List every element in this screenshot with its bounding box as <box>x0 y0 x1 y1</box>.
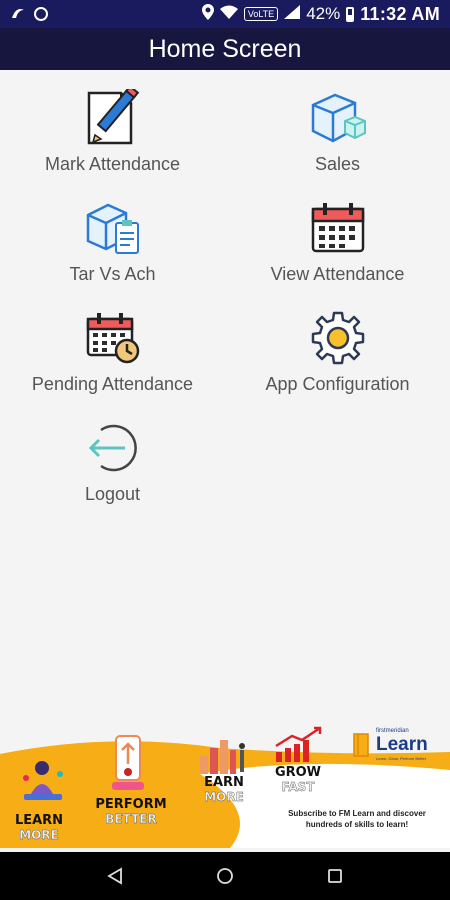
back-icon[interactable] <box>103 864 127 888</box>
tar-vs-ach-button[interactable]: Tar Vs Ach <box>0 198 225 285</box>
clock: 11:32 AM <box>360 3 440 24</box>
menu-label: Logout <box>84 484 141 504</box>
status-bar: VoLTE 42% 11:32 AM <box>0 0 450 28</box>
logo-tagline: Learn, Grow, Perform Better <box>376 756 427 761</box>
calendar-icon <box>308 198 368 258</box>
wifi-icon <box>219 4 238 24</box>
menu-label: App Configuration <box>265 374 410 394</box>
home-icon[interactable] <box>213 864 237 888</box>
menu-label: View Attendance <box>270 264 405 284</box>
signal-icon <box>284 4 301 24</box>
pending-attendance-button[interactable]: Pending Attendance <box>0 308 225 395</box>
banner-item: EARN MORE <box>204 775 244 805</box>
menu-label: Tar Vs Ach <box>69 264 156 284</box>
calendar-clock-icon <box>83 308 143 368</box>
gear-icon <box>308 308 368 368</box>
subscribe-text: Subscribe to FM Learn and discover hundr… <box>288 809 426 829</box>
book-icon <box>353 733 369 757</box>
banner-item: PERFORM BETTER <box>95 797 167 827</box>
banner-item: LEARN MORE <box>14 813 64 843</box>
app-configuration-button[interactable]: App Configuration <box>225 308 450 395</box>
notification-dot-icon <box>34 7 48 21</box>
sales-button[interactable]: Sales <box>225 88 450 175</box>
airtel-icon <box>10 6 26 23</box>
logout-button[interactable]: Logout <box>0 418 225 505</box>
banner-item: GROW FAST <box>274 765 322 795</box>
system-nav-bar <box>0 852 450 900</box>
volte-badge: VoLTE <box>243 7 279 21</box>
fm-learn-logo: firstmeridian Learn Learn, Grow, Perform… <box>352 728 444 764</box>
box-clipboard-icon <box>83 198 143 258</box>
box-icon <box>308 88 368 148</box>
menu-label: Mark Attendance <box>44 154 181 174</box>
earn-more-illustration <box>198 734 248 781</box>
logo-title: Learn <box>376 734 428 755</box>
menu-label: Pending Attendance <box>31 374 194 394</box>
mark-attendance-button[interactable]: Mark Attendance <box>0 88 225 175</box>
learn-more-illustration <box>18 756 68 809</box>
location-icon <box>201 3 214 25</box>
grow-fast-illustration <box>272 726 326 769</box>
battery-percent: 42% <box>306 4 341 23</box>
perform-better-illustration <box>108 732 148 799</box>
promo-banner[interactable]: LEARN MORE PERFORM BETTER EARN MORE GROW… <box>0 712 450 848</box>
page-title: Home Screen <box>0 28 450 70</box>
menu-label: Sales <box>314 154 361 174</box>
pencil-paper-icon <box>83 88 143 148</box>
view-attendance-button[interactable]: View Attendance <box>225 198 450 285</box>
recents-icon[interactable] <box>323 864 347 888</box>
battery-icon <box>346 6 355 22</box>
logout-icon <box>83 418 143 478</box>
